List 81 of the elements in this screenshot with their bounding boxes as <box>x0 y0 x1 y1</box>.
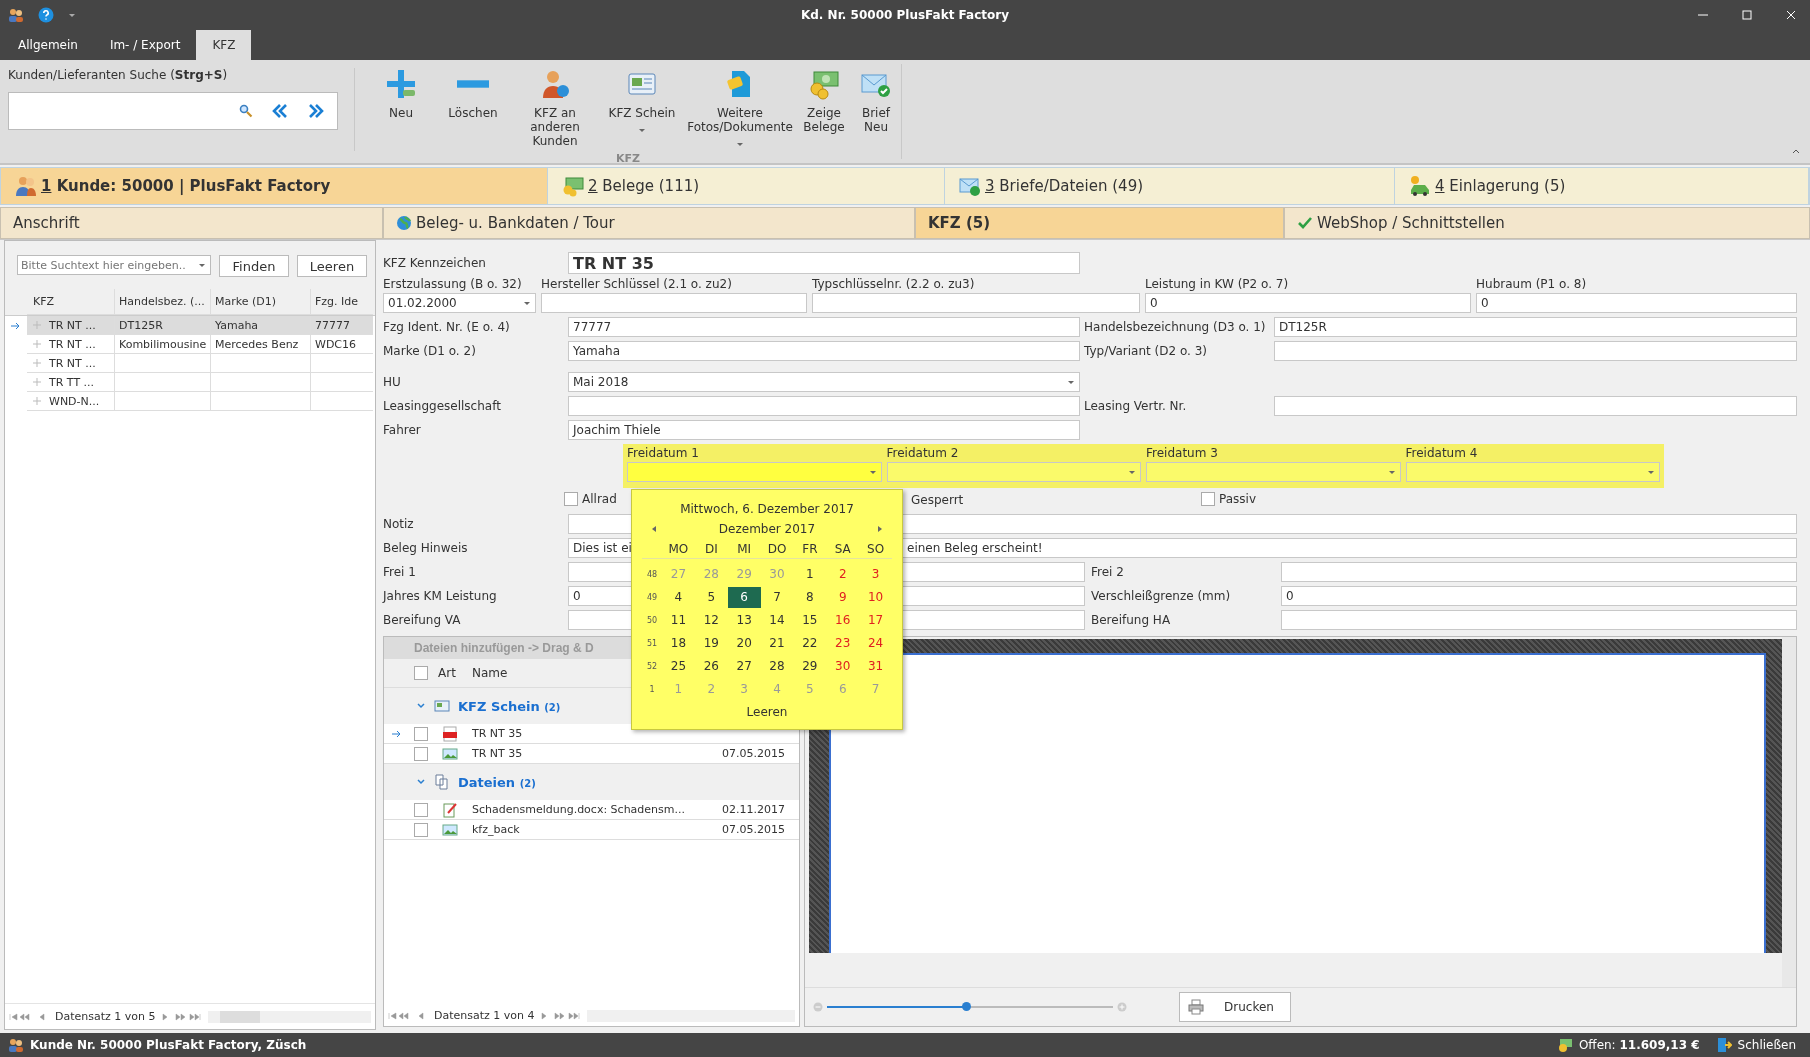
checkbox-label: Passiv <box>1219 492 1256 506</box>
field-label: Verschleißgrenze (mm) <box>1090 589 1232 603</box>
weekday-label: DI <box>703 540 719 558</box>
field-label: Hersteller Schlüssel (2.1 o. zu2) <box>541 277 733 292</box>
tab-label: KFZ (5) <box>928 214 991 232</box>
field-label: Leistung in KW (P2 o. 7) <box>1145 277 1290 292</box>
file-date: 07.05.2015 <box>722 747 785 760</box>
group-title: Dateien (2) <box>458 774 536 790</box>
field-value: Dies ist ei <box>573 541 632 555</box>
week-number: 52 <box>645 662 659 671</box>
table-cell: WND-N... <box>49 394 100 408</box>
weekday-label: SA <box>833 540 852 558</box>
weekday-label: FR <box>801 540 819 558</box>
calendar-date: Mittwoch, 6. Dezember 2017 <box>680 502 854 516</box>
calendar-month: Dezember 2017 <box>718 522 816 536</box>
field-label: Freidatum 1 <box>627 446 700 461</box>
table-cell: Kombilimousine <box>115 335 211 354</box>
field-label: Frei 1 <box>383 565 417 579</box>
file-date: 02.11.2017 <box>722 803 785 816</box>
file-name: TR NT 35 <box>471 727 524 740</box>
field-label: Notiz <box>383 517 415 531</box>
field-label: Typschlüsselnr. (2.2 o. zu3) <box>812 277 976 292</box>
tab-label: Anschrift <box>13 214 80 232</box>
field-label: Frei 2 <box>1090 565 1125 579</box>
field-label: Leasinggesellschaft <box>383 399 502 413</box>
field-label: Freidatum 2 <box>886 446 960 461</box>
pager-text: Datensatz 1 von 4 <box>434 1009 535 1022</box>
week-number: 48 <box>645 570 659 579</box>
table-cell: Yamaha <box>211 316 311 335</box>
table-cell: Mercedes Benz <box>211 335 311 354</box>
tab-label: Beleg- u. Bankdaten / Tour <box>416 214 615 232</box>
field-label: Hubraum (P1 o. 8) <box>1476 277 1588 292</box>
weekday-label: MO <box>667 540 690 558</box>
field-label: Handelsbezeichnung (D3 o. 1) <box>1083 320 1267 334</box>
table-cell: TR TT ... <box>49 375 95 389</box>
file-name: kfz_back <box>471 823 521 836</box>
ribbon-group-title: KFZ <box>615 152 641 167</box>
field-label: HU <box>383 375 402 389</box>
group-title: KFZ Schein (2) <box>458 698 561 714</box>
field-label: Beleg Hinweis <box>383 541 469 555</box>
file-name: TR NT 35 <box>471 747 524 760</box>
table-cell: TR NT ... <box>49 356 96 370</box>
field-label: Fahrer <box>383 423 422 437</box>
weekday-label: MI <box>736 540 753 558</box>
field-label: Bereifung HA <box>1090 613 1172 627</box>
status-text: Kunde Nr. 50000 PlusFakt Factory, Züsch <box>30 1038 307 1052</box>
tab-label: WebShop / Schnittstellen <box>1317 214 1505 232</box>
checkbox-label: Allrad <box>582 492 617 506</box>
table-cell: TR NT ... <box>49 318 96 332</box>
table-cell: 77777 <box>311 316 373 335</box>
field-label: Leasing Vertr. Nr. <box>1083 399 1188 413</box>
search-label: Kunden/Lieferanten Suche (Strg+S) <box>8 68 229 82</box>
checkbox-label: Gesperrt <box>911 493 964 507</box>
field-label: KFZ Kennzeichen <box>383 256 487 270</box>
tab-label: 1 Kunde: 50000 | PlusFakt Factory <box>41 177 331 195</box>
window-title: Kd. Nr. 50000 PlusFakt Factory <box>799 8 1010 22</box>
weekday-label: SO <box>866 540 886 558</box>
week-number: 51 <box>645 639 659 648</box>
status-text: Offen: 11.609,13 € <box>1578 1038 1700 1052</box>
field-value: einen Beleg erscheint! <box>907 541 1043 555</box>
table-cell: DT125R <box>115 316 211 335</box>
week-number: 50 <box>645 616 659 625</box>
field-label: Fzg Ident. Nr. (E o. 4) <box>383 320 511 334</box>
tab-label: 4 Einlagerung (5) <box>1435 177 1566 195</box>
week-number: 1 <box>648 685 656 694</box>
file-name: Schadensmeldung.docx: Schadensm... <box>471 803 686 816</box>
field-label: Freidatum 4 <box>1405 446 1479 461</box>
tab-label: 2 Belege (111) <box>588 177 700 195</box>
tab-label: 3 Briefe/Dateien (49) <box>985 177 1144 195</box>
file-date: 07.05.2015 <box>722 823 785 836</box>
week-number: 49 <box>645 593 659 602</box>
field-label: Jahres KM Leistung <box>383 589 498 603</box>
field-label: Freidatum 3 <box>1146 446 1219 461</box>
field-label: Typ/Variant (D2 o. 3) <box>1083 344 1209 358</box>
weekday-label: DO <box>766 540 788 558</box>
field-label: Bereifung VA <box>383 613 462 627</box>
pager-text: Datensatz 1 von 5 <box>55 1010 156 1023</box>
field-label: Marke (D1 o. 2) <box>383 344 477 358</box>
field-label: Erstzulassung (B o. 32) <box>383 277 523 292</box>
table-cell: TR NT ... <box>49 337 96 351</box>
table-cell: WDC16 <box>311 335 373 354</box>
